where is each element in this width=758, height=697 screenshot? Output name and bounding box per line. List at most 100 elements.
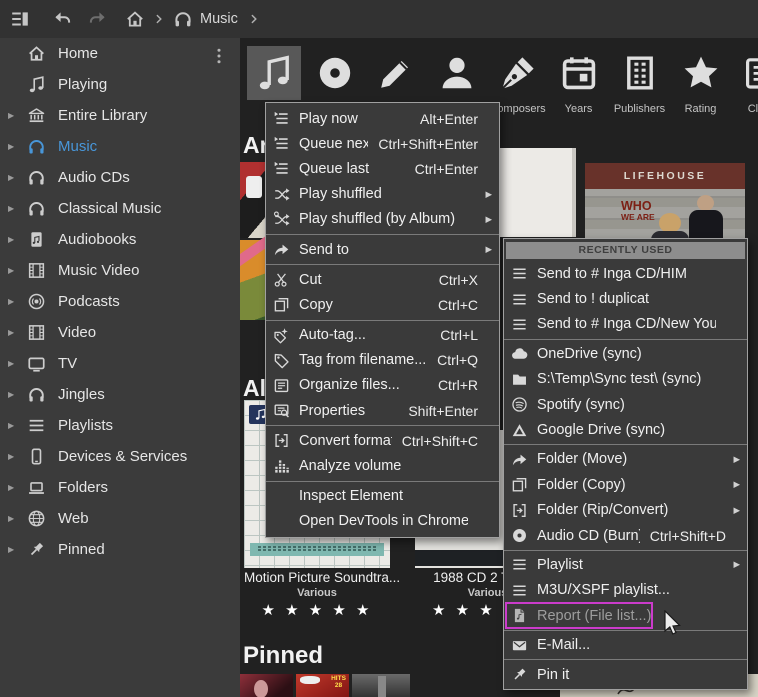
sidebar-item-devices-services[interactable]: ▶Devices & Services [0,441,240,472]
expand-chevron-icon[interactable]: ▶ [8,452,21,461]
tab-publishers[interactable]: Publishers [609,42,670,115]
tab-years[interactable]: Years [548,42,609,115]
sidebar-toggle-icon[interactable] [10,9,30,29]
tab-rating[interactable]: Rating [670,42,731,115]
submenu-item-send-to-inga-cd-new-youtube[interactable]: Send to # Inga CD/New YouTube [504,312,747,337]
sidebar-item-playlists[interactable]: ▶ Playlists [0,410,240,441]
menu-item-organize-files[interactable]: Organize files...Ctrl+R [266,373,499,398]
sidebar-item-folders[interactable]: ▶Folders [0,472,240,503]
submenu-item-onedrive-sync[interactable]: OneDrive (sync) [504,341,747,366]
properties-icon [273,402,290,419]
submenu-item-sync-folder-path[interactable]: S:\Temp\Sync test\ (sync) [504,367,747,392]
sidebar-item-pinned[interactable]: ▶Pinned [0,534,240,565]
expand-chevron-icon[interactable]: ▶ [8,483,21,492]
analyze-volume-icon [273,458,290,475]
submenu-arrow-icon: ▶ [483,189,492,200]
submenu-item-email[interactable]: E-Mail... [504,632,747,657]
submenu-item-spotify-sync[interactable]: Spotify (sync) [504,392,747,417]
expand-chevron-icon[interactable]: ▶ [8,204,21,213]
tab-classification[interactable]: Class [731,42,758,115]
album-rating-stars[interactable]: ★ ★ ★ ★ ★ [244,601,390,619]
lifehouse-title-line2: WE ARE [621,212,655,223]
menu-item-properties[interactable]: PropertiesShift+Enter [266,398,499,423]
submenu-item-folder-move[interactable]: Folder (Move)▶ [504,447,747,472]
expand-chevron-icon[interactable]: ▶ [8,421,21,430]
sidebar-item-jingles[interactable]: ▶Jingles [0,379,240,410]
expand-chevron-icon[interactable]: ▶ [8,359,21,368]
expand-chevron-icon[interactable]: ▶ [8,173,21,182]
back-icon[interactable] [52,9,72,29]
sidebar-menu-kebab-icon[interactable] [210,46,228,66]
pinned-heading: Pinned [243,642,323,670]
menu-item-cut[interactable]: CutCtrl+X [266,267,499,292]
sidebar-item-playing[interactable]: Playing [0,69,240,100]
forward-icon[interactable] [88,9,108,29]
sidebar: Home Playing ▶Entire Library ▶Music ▶Aud… [0,38,240,697]
submenu-item-report-file-list[interactable]: Report (File list...) [504,603,747,628]
expand-chevron-icon[interactable]: ▶ [8,328,21,337]
menu-item-label: Convert format... [299,433,392,449]
submenu-item-google-drive-sync[interactable]: Google Drive (sync) [504,417,747,442]
submenu-item-m3u-xspf-playlist[interactable]: M3U/XSPF playlist... [504,578,747,603]
menu-item-label: Google Drive (sync) [537,422,716,438]
expand-chevron-icon[interactable]: ▶ [8,297,21,306]
sidebar-item-video[interactable]: ▶Video [0,317,240,348]
submenu-item-folder-rip-convert[interactable]: Folder (Rip/Convert)▶ [504,498,747,523]
sidebar-item-music[interactable]: ▶Music [0,131,240,162]
menu-item-tag-from-filename[interactable]: Tag from filename...Ctrl+Q [266,348,499,373]
menu-item-label: Report (File list...) [537,608,716,624]
sidebar-item-audio-cds[interactable]: ▶Audio CDs [0,162,240,193]
menu-item-shortcut: Ctrl+Enter [415,161,478,177]
expand-chevron-icon[interactable]: ▶ [8,142,21,151]
menu-item-auto-tag[interactable]: Auto-tag...Ctrl+L [266,323,499,348]
menu-item-analyze-volume[interactable]: Analyze volume [266,453,499,478]
menu-item-label: Play now [299,111,410,127]
menu-item-shortcut: Shift+Enter [408,403,478,419]
menu-item-label: Folder (Copy) [537,477,716,493]
cloud-icon [511,345,528,362]
breadcrumb-music-icon[interactable] [173,9,193,29]
playlists-icon [27,416,46,435]
menu-item-inspect-element[interactable]: Inspect Element [266,484,499,509]
menu-item-send-to[interactable]: Send to▶ [266,237,499,262]
sidebar-item-web[interactable]: ▶Web [0,503,240,534]
menu-item-shortcut: Ctrl+C [438,297,478,313]
sidebar-item-home[interactable]: Home [0,38,240,69]
submenu-item-send-to-duplicat[interactable]: Send to ! duplicat [504,286,747,311]
album-title[interactable]: Motion Picture Soundtra... [244,570,390,585]
sidebar-item-audiobooks[interactable]: ▶Audiobooks [0,224,240,255]
submenu-item-audio-cd-burn[interactable]: Audio CD (Burn)...Ctrl+Shift+D [504,523,747,548]
breadcrumb-chevron-icon[interactable] [248,13,260,25]
menu-item-copy[interactable]: CopyCtrl+C [266,292,499,317]
submenu-item-playlist[interactable]: Playlist▶ [504,552,747,577]
menu-item-play-shuffled[interactable]: Play shuffled▶ [266,182,499,207]
sidebar-item-label: Playlists [58,417,113,434]
breadcrumb-home-icon[interactable] [125,9,145,29]
sidebar-item-classical-music[interactable]: ▶Classical Music [0,193,240,224]
breadcrumb-section[interactable]: Music [200,11,238,27]
tag-icon [273,352,290,369]
expand-chevron-icon[interactable]: ▶ [8,390,21,399]
sidebar-item-music-video[interactable]: ▶Music Video [0,255,240,286]
menu-item-play-shuffled-by-album[interactable]: Play shuffled (by Album)▶ [266,207,499,232]
expand-chevron-icon[interactable]: ▶ [8,266,21,275]
menu-item-play-now[interactable]: Play nowAlt+Enter [266,106,499,131]
expand-chevron-icon[interactable]: ▶ [8,111,21,120]
pinned-thumbnail[interactable] [352,674,410,697]
sidebar-item-tv[interactable]: ▶TV [0,348,240,379]
menu-item-queue-next[interactable]: Queue nextCtrl+Shift+Enter [266,131,499,156]
submenu-item-send-to-inga-cd-him[interactable]: Send to # Inga CD/HIM [504,261,747,286]
submenu-item-pin-it[interactable]: Pin it [504,662,747,687]
menu-item-open-devtools[interactable]: Open DevTools in Chrome [266,509,499,534]
expand-chevron-icon[interactable]: ▶ [8,235,21,244]
sidebar-item-entire-library[interactable]: ▶Entire Library [0,100,240,131]
menu-item-convert-format[interactable]: Convert format...Ctrl+Shift+C [266,428,499,453]
album-artist[interactable]: Various [244,587,390,599]
submenu-item-folder-copy[interactable]: Folder (Copy)▶ [504,472,747,497]
pinned-thumbnail[interactable]: HITS 28 [296,674,349,697]
expand-chevron-icon[interactable]: ▶ [8,514,21,523]
menu-item-queue-last[interactable]: Queue lastCtrl+Enter [266,156,499,181]
sidebar-item-podcasts[interactable]: ▶Podcasts [0,286,240,317]
pinned-thumbnail[interactable] [240,674,293,697]
expand-chevron-icon[interactable]: ▶ [8,545,21,554]
